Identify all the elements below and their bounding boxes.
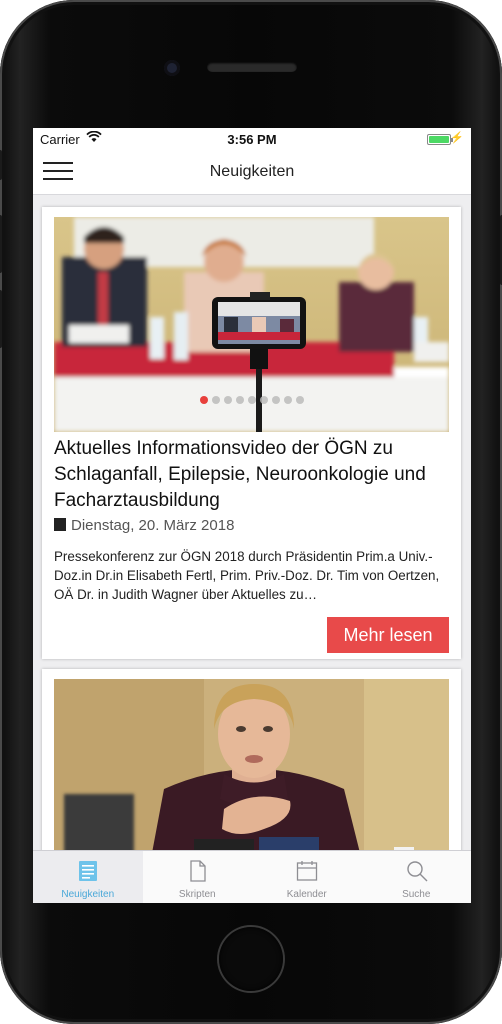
tab-search[interactable]: Suche bbox=[362, 851, 472, 903]
tab-search-label: Suche bbox=[402, 889, 431, 900]
tab-calendar-label: Kalender bbox=[286, 889, 327, 900]
mute-switch bbox=[0, 150, 2, 180]
tab-news-label: Neuigkeiten bbox=[61, 889, 115, 900]
carousel-dot[interactable] bbox=[223, 396, 232, 404]
tab-bar: Neuigkeiten Skripten Kalender Suche bbox=[33, 850, 471, 903]
status-bar: Carrier 3:56 PM ⚡ bbox=[33, 128, 471, 150]
earpiece-speaker bbox=[207, 62, 297, 72]
calendar-icon bbox=[296, 861, 318, 881]
document-icon bbox=[189, 860, 206, 882]
article-image[interactable] bbox=[54, 679, 449, 850]
volume-down-button bbox=[0, 290, 2, 348]
tab-scripts[interactable]: Skripten bbox=[143, 851, 253, 903]
calendar-icon bbox=[54, 518, 66, 531]
navigation-bar: Neuigkeiten bbox=[33, 150, 471, 195]
article-excerpt: Pressekonferenz zur ÖGN 2018 durch Präsi… bbox=[54, 549, 440, 602]
app-screen: Carrier 3:56 PM ⚡ Neuigkeiten Aktuelles … bbox=[33, 128, 471, 903]
carousel-dot[interactable] bbox=[259, 396, 268, 404]
news-feed[interactable]: Aktuelles Informationsvideo der ÖGN zu S… bbox=[33, 195, 471, 850]
home-button[interactable] bbox=[219, 927, 283, 991]
read-more-button[interactable]: Mehr lesen bbox=[327, 617, 449, 653]
article-card[interactable]: Aktuelles Informationsvideo der ÖGN zu S… bbox=[42, 207, 461, 659]
article-image-carousel[interactable] bbox=[54, 217, 449, 432]
tab-news[interactable]: Neuigkeiten bbox=[33, 851, 143, 903]
carousel-dot[interactable] bbox=[283, 396, 292, 404]
page-title: Neuigkeiten bbox=[209, 163, 295, 180]
search-icon bbox=[406, 861, 427, 882]
woman-speaking-photo bbox=[54, 679, 449, 850]
carousel-dot[interactable] bbox=[247, 396, 256, 404]
carousel-dot[interactable] bbox=[295, 396, 304, 404]
newspaper-icon bbox=[79, 861, 97, 881]
carousel-dot[interactable] bbox=[271, 396, 280, 404]
carousel-indicator[interactable] bbox=[54, 396, 449, 404]
front-camera bbox=[164, 60, 180, 76]
tab-scripts-label: Skripten bbox=[178, 889, 216, 900]
carousel-dot[interactable] bbox=[235, 396, 244, 404]
carousel-dot[interactable] bbox=[199, 396, 208, 404]
status-time: 3:56 PM bbox=[227, 132, 277, 147]
volume-up-button bbox=[0, 215, 2, 273]
article-date-text: Dienstag, 20. März 2018 bbox=[71, 517, 235, 534]
article-card[interactable] bbox=[42, 669, 461, 850]
charging-bolt-icon: ⚡ bbox=[450, 132, 464, 144]
battery-icon bbox=[427, 134, 453, 145]
tab-calendar[interactable]: Kalender bbox=[252, 851, 362, 903]
carousel-dot[interactable] bbox=[211, 396, 220, 404]
article-date: Dienstag, 20. März 2018 bbox=[54, 517, 234, 534]
article-title[interactable]: Aktuelles Informationsvideo der ÖGN zu S… bbox=[54, 436, 449, 514]
